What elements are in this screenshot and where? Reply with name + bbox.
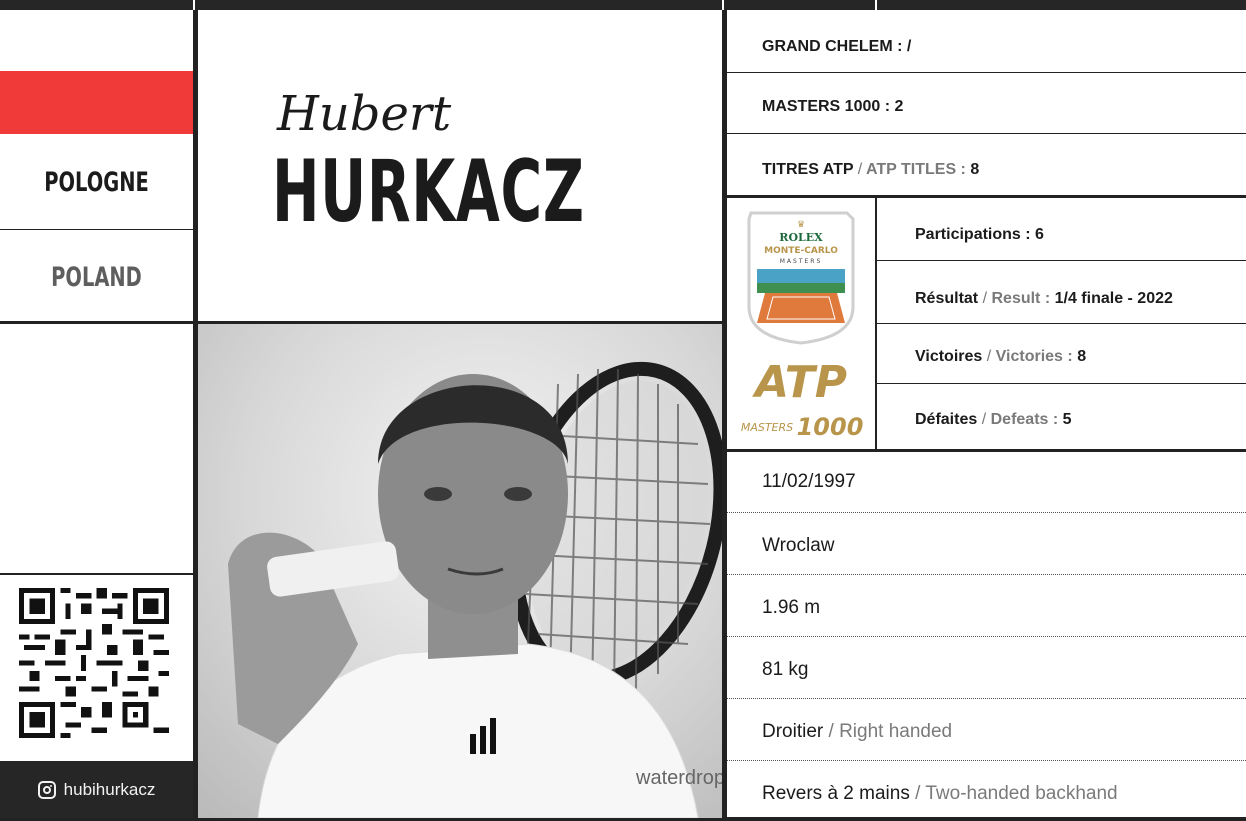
qr-code[interactable] (18, 588, 170, 738)
masters-stat: MASTERS 1000 : 2 (762, 98, 904, 115)
instagram-handle[interactable]: hubihurkacz (0, 761, 193, 818)
height: 1.96 m (762, 597, 821, 618)
logo-divider (875, 197, 877, 451)
country-english: POLAND (51, 262, 142, 293)
stat-divider (877, 383, 1246, 384)
svg-text:MASTERS: MASTERS (741, 421, 793, 434)
stat-divider (877, 323, 1246, 324)
last-name: HURKACZ (272, 142, 585, 242)
svg-text:ROLEX: ROLEX (779, 231, 823, 244)
top-bar (0, 0, 1246, 10)
birthdate: 11/02/1997 (762, 471, 856, 492)
instagram-icon (37, 780, 56, 799)
handedness: Droitier / Right handed (762, 721, 953, 742)
player-photo: waterdrop (198, 324, 722, 818)
weight: 81 kg (762, 659, 809, 680)
rolex-monte-carlo-logo: ♛ ROLEX MONTE-CARLO MASTERS (747, 211, 855, 345)
svg-text:♛: ♛ (797, 220, 805, 230)
svg-text:MONTE-CARLO: MONTE-CARLO (764, 246, 838, 256)
svg-text:waterdrop: waterdrop (635, 767, 722, 789)
accent-red-bar (0, 71, 193, 134)
svg-text:MASTERS: MASTERS (780, 258, 823, 265)
left-rule (0, 321, 193, 324)
svg-text:1000: 1000 (797, 413, 864, 441)
victories-stat: Victoires / Victories : 8 (915, 348, 1087, 365)
first-name: Hubert (277, 86, 452, 142)
stat-divider (727, 133, 1246, 134)
stat-divider (877, 260, 1246, 261)
birthplace: Wroclaw (762, 535, 835, 556)
dotted-divider (727, 574, 1246, 575)
result-stat: Résultat / Result : 1/4 finale - 2022 (915, 290, 1173, 307)
dotted-divider (727, 698, 1246, 699)
participations-stat: Participations : 6 (915, 226, 1044, 243)
dotted-divider (727, 636, 1246, 637)
player-illustration: waterdrop (228, 361, 722, 818)
atp-titles-stat: TITRES ATP / ATP TITLES : 8 (762, 161, 980, 178)
stat-divider (727, 449, 1246, 452)
stat-divider (727, 72, 1246, 73)
tournament-logos: ♛ ROLEX MONTE-CARLO MASTERS ATP MASTERS … (741, 211, 864, 441)
country-divider (0, 229, 193, 230)
defeats-stat: Défaites / Defeats : 5 (915, 411, 1072, 428)
backhand: Revers à 2 mains / Two-handed backhand (762, 783, 1118, 804)
atp-masters-1000-logo: ATP MASTERS 1000 (741, 357, 864, 441)
svg-text:ATP: ATP (752, 357, 847, 408)
dotted-divider (727, 512, 1246, 513)
qr-top-rule (0, 573, 193, 575)
dotted-divider (727, 760, 1246, 761)
grand-slam-stat: GRAND CHELEM : / (762, 38, 912, 55)
instagram-handle-text: hubihurkacz (63, 779, 156, 799)
country-french: POLOGNE (44, 167, 149, 198)
